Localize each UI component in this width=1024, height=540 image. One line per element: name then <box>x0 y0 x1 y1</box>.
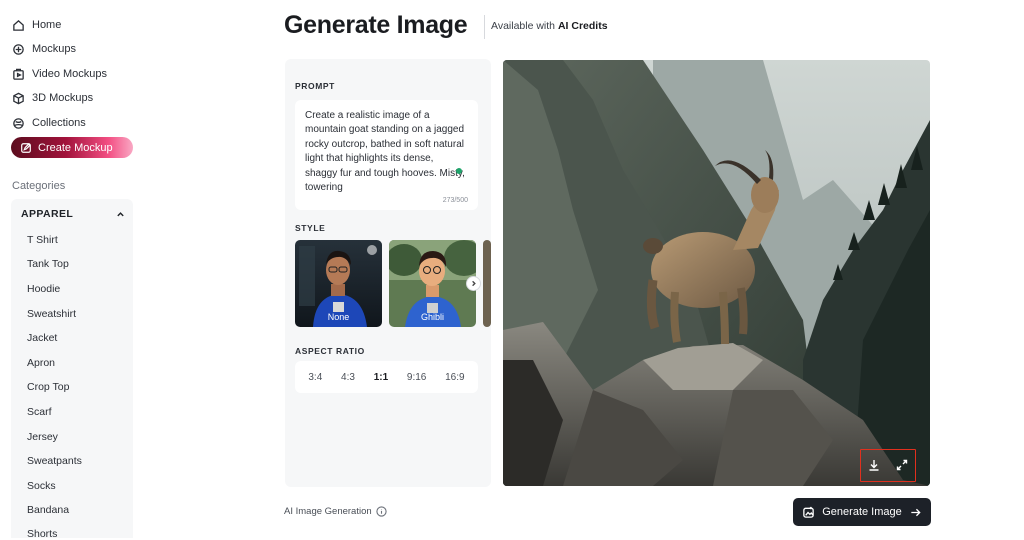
nav-3d-mockups[interactable]: 3D Mockups <box>12 87 93 109</box>
availability-note: Available with AI Credits <box>491 20 608 32</box>
create-mockup-label: Create Mockup <box>38 141 113 154</box>
video-mockups-icon <box>13 68 24 80</box>
aspect-ratio-label: ASPECT RATIO <box>295 346 365 356</box>
edit-icon <box>21 142 31 153</box>
prompt-label: PROMPT <box>295 81 335 91</box>
style-option-partial[interactable] <box>483 240 491 327</box>
category-item[interactable]: Scarf <box>27 406 52 418</box>
category-item[interactable]: Bandana <box>27 504 69 516</box>
image-actions-highlight <box>860 449 916 482</box>
categories-label: Categories <box>12 180 66 192</box>
availability-prefix: Available with <box>491 20 558 32</box>
nav-mockups-label: Mockups <box>32 43 77 55</box>
prompt-input[interactable]: Create a realistic image of a mountain g… <box>295 100 478 210</box>
categories-panel: APPAREL T Shirt Tank Top Hoodie Sweatshi… <box>11 199 133 540</box>
style-option-none[interactable]: None <box>295 240 382 327</box>
category-group-label: APPAREL <box>21 208 74 220</box>
category-item[interactable]: T Shirt <box>27 234 58 246</box>
chevron-right-icon <box>472 280 476 287</box>
category-item[interactable]: Hoodie <box>27 283 60 295</box>
expand-button[interactable] <box>895 458 909 472</box>
page-title: Generate Image <box>284 11 468 39</box>
expand-icon <box>896 459 908 471</box>
ai-generation-label: AI Image Generation <box>284 506 372 517</box>
download-button[interactable] <box>867 458 881 472</box>
cube-icon <box>13 92 24 104</box>
category-item[interactable]: Tank Top <box>27 258 69 270</box>
download-icon <box>869 460 879 471</box>
status-dot <box>456 168 462 174</box>
arrow-right-icon <box>911 508 921 516</box>
style-label: STYLE <box>295 223 326 233</box>
category-item[interactable]: Jersey <box>27 431 58 443</box>
ai-generation-info: AI Image Generation <box>284 506 387 517</box>
category-item[interactable]: Sweatpants <box>27 455 82 467</box>
nav-home[interactable]: Home <box>12 14 61 36</box>
nav-collections[interactable]: Collections <box>12 112 86 134</box>
style-next-button[interactable] <box>466 276 481 291</box>
nav-video-mockups[interactable]: Video Mockups <box>12 63 107 85</box>
generated-image <box>503 60 930 486</box>
mockups-icon <box>13 43 24 55</box>
nav-mockups[interactable]: Mockups <box>12 38 76 60</box>
image-sparkle-icon <box>803 506 815 518</box>
nav-home-label: Home <box>32 19 62 31</box>
aspect-ratio-selector: 3:4 4:3 1:1 9:16 16:9 <box>295 361 478 393</box>
prompt-char-count: 273/500 <box>442 197 468 204</box>
style-option-ghibli[interactable]: Ghibli <box>389 240 476 327</box>
category-group-apparel[interactable]: APPAREL <box>21 208 125 220</box>
style-option-label: None <box>327 312 350 322</box>
category-item[interactable]: Shorts <box>27 528 57 540</box>
nav-video-mockups-label: Video Mockups <box>32 68 108 80</box>
selected-check-icon <box>367 245 377 255</box>
generate-image-button[interactable]: Generate Image <box>793 498 931 526</box>
availability-credits: AI Credits <box>557 20 608 32</box>
aspect-option-16-9[interactable]: 16:9 <box>445 372 464 383</box>
nav-collections-label: Collections <box>32 117 86 129</box>
category-item[interactable]: Crop Top <box>27 381 69 393</box>
category-item[interactable]: Apron <box>27 357 55 369</box>
sidebar: Home Mockups Video Mockups 3D Mockups Co… <box>0 0 140 540</box>
aspect-option-1-1[interactable]: 1:1 <box>374 372 388 383</box>
settings-panel: PROMPT Create a realistic image of a mou… <box>285 59 491 487</box>
home-icon <box>13 19 24 31</box>
generate-image-label: Generate Image <box>822 506 902 518</box>
aspect-option-4-3[interactable]: 4:3 <box>341 372 355 383</box>
create-mockup-button[interactable]: Create Mockup <box>11 137 133 158</box>
category-item[interactable]: Sweatshirt <box>27 308 76 320</box>
collections-icon <box>13 117 24 129</box>
aspect-option-3-4[interactable]: 3:4 <box>308 372 322 383</box>
style-option-label: Ghibli <box>420 312 444 322</box>
info-icon[interactable] <box>376 506 387 517</box>
title-divider <box>484 15 485 39</box>
category-item[interactable]: Jacket <box>27 332 57 344</box>
mountain-goat-image <box>503 60 930 486</box>
prompt-text: Create a realistic image of a mountain g… <box>305 110 465 194</box>
nav-3d-mockups-label: 3D Mockups <box>32 92 94 104</box>
chevron-up-icon <box>117 211 124 216</box>
aspect-option-9-16[interactable]: 9:16 <box>407 372 426 383</box>
category-item[interactable]: Socks <box>27 480 56 492</box>
